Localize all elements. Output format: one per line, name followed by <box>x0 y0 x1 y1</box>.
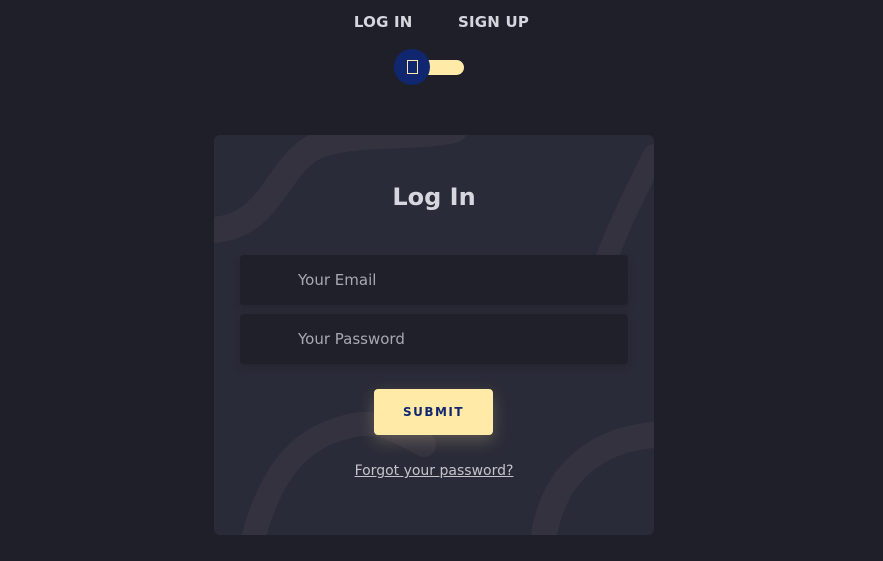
at-icon <box>258 270 278 290</box>
submit-button[interactable]: SUBMIT <box>374 389 493 435</box>
lock-icon <box>258 329 278 349</box>
password-field-wrapper <box>240 314 628 364</box>
form-title: Log In <box>392 183 476 211</box>
toggle-knob-icon <box>406 60 418 74</box>
auth-tabs: LOG IN SIGN UP <box>0 13 883 31</box>
email-field[interactable] <box>240 255 628 305</box>
toggle-knob[interactable] <box>394 49 430 85</box>
login-card: Log In SUBMIT Forgot your password? <box>214 135 654 535</box>
email-field-wrapper <box>240 255 628 305</box>
forgot-password-link[interactable]: Forgot your password? <box>214 463 654 479</box>
tab-log-in[interactable]: LOG IN <box>354 13 413 31</box>
password-field[interactable] <box>240 314 628 364</box>
tab-sign-up[interactable]: SIGN UP <box>458 13 529 31</box>
